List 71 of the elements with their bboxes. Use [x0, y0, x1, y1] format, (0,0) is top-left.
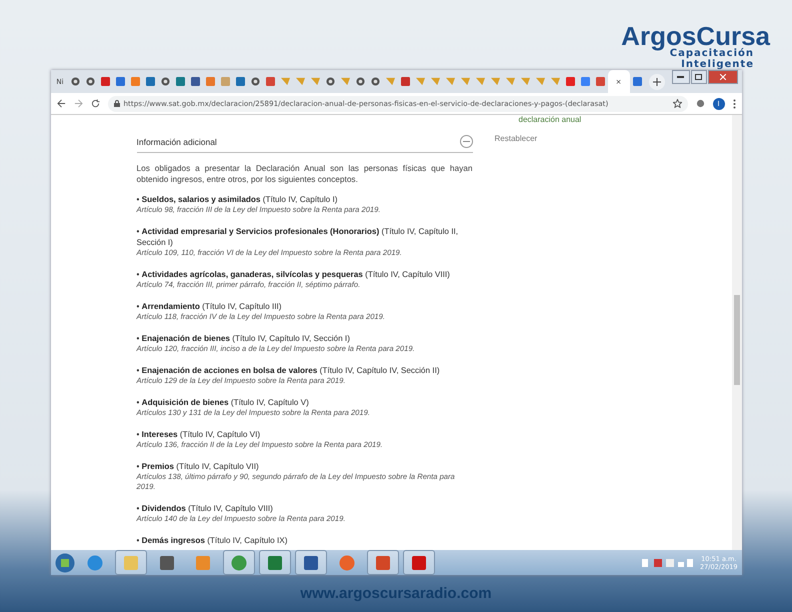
concept-title: • Enajenación de bienes (Título IV, Capítulo IV, Sección I) — [136, 333, 351, 344]
concept-title: • Arrendamiento (Título IV, Capítulo III) — [136, 301, 282, 312]
app-icon — [266, 554, 282, 570]
concept-title: • Demás ingresos (Título IV, Capítulo IX) — [136, 535, 288, 546]
square-icon — [116, 77, 124, 86]
menu-icon[interactable] — [732, 98, 736, 108]
app-icon — [410, 554, 426, 570]
app-icon — [158, 554, 174, 570]
concept-title: • Sueldos, salarios y asimilados (Título IV, Capítulo I) — [136, 194, 338, 205]
lock-icon — [114, 100, 120, 107]
forward-icon[interactable] — [74, 99, 82, 108]
logo-tagline: Inteligente — [681, 59, 755, 70]
square-icon — [190, 77, 200, 86]
app-icon — [122, 554, 138, 570]
square-icon — [596, 77, 604, 86]
app-icon — [302, 554, 318, 570]
square-icon — [580, 77, 590, 86]
square-icon — [566, 77, 574, 86]
round-app-icon — [230, 554, 246, 570]
triangle-icon — [386, 77, 394, 86]
minus-icon — [462, 138, 470, 145]
round-app-icon — [338, 554, 354, 570]
concept-title: • Actividades agrícolas, ganaderas, silvícolas y pesqueras (Título IV, Capítulo VIII) — [136, 269, 451, 280]
intro-paragraph: Los obligados a presentar la Declaración Anual son las personas físicas que hayan obtenido ingresos, entre otros, por los siguientes conceptos. — [136, 163, 472, 185]
app-icon — [374, 554, 390, 570]
concept-title: • Premios (Título IV, Capítulo VII) — [136, 461, 260, 472]
new-tab-button[interactable] — [648, 74, 664, 90]
concept-title: • Dividendos (Título IV, Capítulo VIII) — [136, 503, 274, 514]
collapse-button[interactable] — [460, 135, 472, 148]
taskbar-app[interactable] — [258, 550, 290, 575]
square-icon — [100, 77, 110, 86]
scrollbar[interactable] — [732, 115, 742, 550]
close-icon — [720, 74, 726, 80]
scrollbar-thumb[interactable] — [734, 295, 740, 385]
concept-title: • Adquisición de bienes (Título IV, Capítulo V) — [136, 397, 310, 408]
taskbar-app[interactable] — [114, 550, 146, 575]
triangle-icon — [340, 77, 350, 86]
taskbar-app[interactable] — [294, 550, 326, 575]
square-icon — [266, 77, 274, 86]
side-link[interactable]: Restablecer — [494, 134, 614, 143]
square-icon — [632, 77, 642, 86]
maximize-icon — [695, 74, 702, 80]
round-app-icon — [86, 554, 102, 570]
taskbar-app[interactable] — [366, 550, 398, 575]
start-button[interactable] — [54, 552, 74, 572]
side-link[interactable]: declaración anual — [518, 115, 614, 124]
concept-title: • Actividad empresarial y Servicios profesionales (Honorarios) (Título IV, Capítulo II, Sección I) — [136, 226, 460, 248]
maximize-button[interactable] — [690, 70, 706, 84]
back-icon[interactable] — [56, 99, 66, 108]
square-icon — [220, 77, 230, 86]
reload-icon[interactable] — [90, 99, 100, 108]
app-icon — [194, 554, 210, 570]
square-icon — [130, 77, 140, 86]
logo-tagline: Capacitación — [670, 48, 754, 59]
taskbar-app[interactable] — [222, 550, 254, 575]
tray-icons — [642, 558, 694, 566]
logo-wordmark: ArgosCursa — [621, 24, 770, 48]
concept-title: • Intereses (Título IV, Capítulo VI) — [136, 429, 262, 440]
star-icon[interactable] — [672, 99, 682, 108]
square-icon — [400, 77, 410, 86]
square-icon — [146, 77, 154, 86]
close-button[interactable] — [708, 70, 738, 84]
square-icon — [206, 77, 214, 86]
square-icon — [176, 77, 184, 86]
section-title: Información adicional — [136, 136, 217, 146]
concept-title: • Enajenación de acciones en bolsa de valores (Título IV, Capítulo IV, Sección II) — [136, 365, 441, 376]
minimize-icon — [677, 76, 684, 78]
square-icon — [236, 77, 244, 86]
minimize-button[interactable] — [672, 70, 690, 84]
plus-icon — [652, 78, 660, 86]
taskbar-app[interactable] — [402, 550, 434, 575]
